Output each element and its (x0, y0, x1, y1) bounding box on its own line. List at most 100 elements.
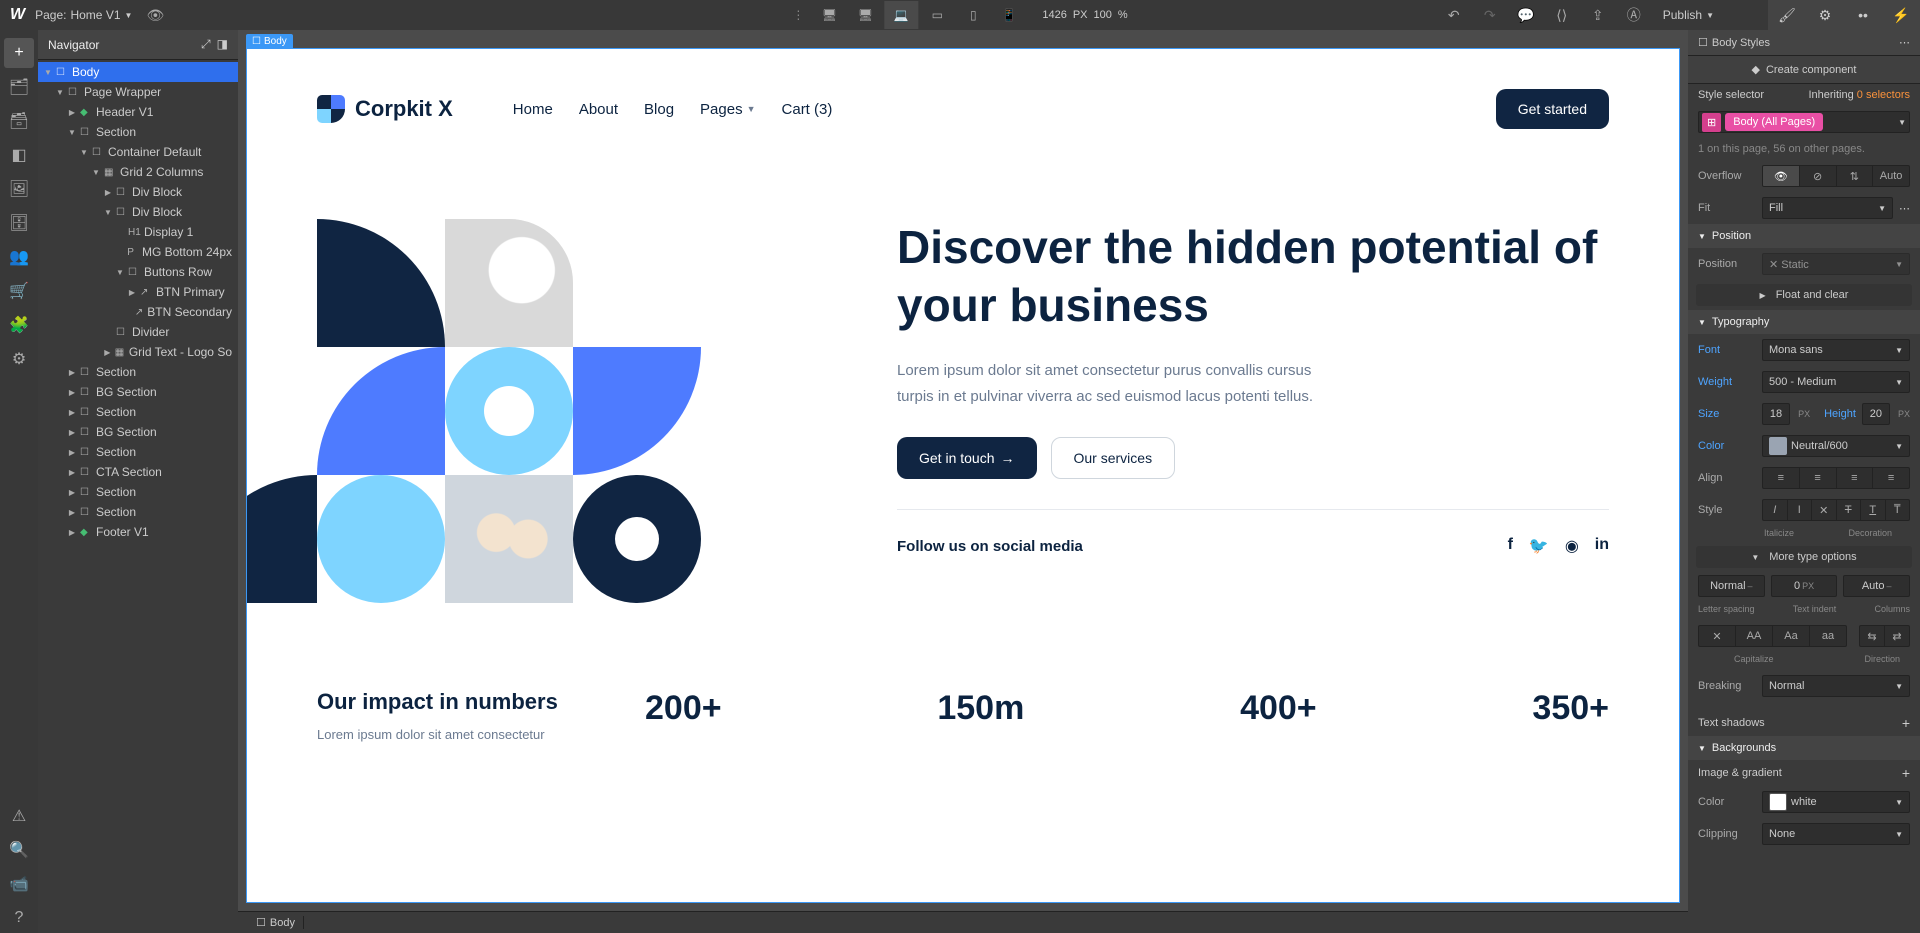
bolt-icon[interactable]: ⚡ (1882, 0, 1920, 30)
tree-item[interactable]: ▶◆Header V1 (38, 102, 238, 122)
add-element-button[interactable]: + (4, 38, 34, 68)
tree-item[interactable]: ↗BTN Secondary (38, 302, 238, 322)
hero-heading[interactable]: Discover the hidden potential of your bu… (897, 219, 1609, 334)
tree-item[interactable]: ▶☐Section (38, 362, 238, 382)
size-input[interactable]: 18 (1762, 403, 1790, 425)
breakpoint-xxl[interactable]: 🖥 (812, 1, 846, 29)
breakpoint-xl[interactable]: 🖥 (848, 1, 882, 29)
users-icon[interactable]: 👥 (4, 242, 34, 272)
gear-icon[interactable]: ⚙ (1806, 0, 1844, 30)
help-icon[interactable]: ? (4, 903, 34, 933)
settings-icon[interactable]: ⚙ (4, 344, 34, 374)
get-in-touch-button[interactable]: Get in touch → (897, 437, 1037, 479)
more-icon[interactable]: ⋯ (1899, 36, 1910, 49)
breakpoint-tablet[interactable]: ▭ (920, 1, 954, 29)
tree-item[interactable]: ▶☐CTA Section (38, 462, 238, 482)
collapse-icon[interactable]: ⤢ (201, 37, 211, 52)
tree-item[interactable]: ▶☐Section (38, 482, 238, 502)
get-started-button[interactable]: Get started (1496, 89, 1609, 129)
columns-input[interactable]: Auto– (1843, 575, 1910, 597)
video-icon[interactable]: 📹 (4, 869, 34, 899)
page-selector[interactable]: Page: Home V1 ▼ (35, 8, 132, 22)
tree-item[interactable]: ▶☐Section (38, 502, 238, 522)
preview-eye-icon[interactable]: 👁 (142, 2, 168, 28)
search-icon[interactable]: 🔍 (4, 835, 34, 865)
tree-item[interactable]: ▶◆Footer V1 (38, 522, 238, 542)
stat-2[interactable]: 150m (937, 689, 1024, 727)
assets-icon[interactable]: 🖼 (4, 174, 34, 204)
selection-tag[interactable]: ☐ Body (246, 34, 293, 49)
menu-about[interactable]: About (579, 101, 618, 118)
breakpoint-mobile-l[interactable]: ▯ (956, 1, 990, 29)
inherit-count[interactable]: 0 selectors (1857, 89, 1910, 101)
hero-sub[interactable]: Lorem ipsum dolor sit amet consectetur p… (897, 358, 1337, 409)
breadcrumb-body[interactable]: ☐ Body (248, 916, 304, 929)
fit-select[interactable]: Fill▼ (1762, 197, 1893, 219)
add-shadow-button[interactable]: + (1902, 715, 1910, 731)
text-color-select[interactable]: Neutral/600▼ (1762, 435, 1910, 457)
weight-select[interactable]: 500 - Medium▼ (1762, 371, 1910, 393)
twitter-icon[interactable]: 🐦 (1529, 536, 1549, 556)
site-frame[interactable]: Corpkit X Home About Blog Pages▼ Cart (3… (246, 48, 1680, 903)
tree-item[interactable]: ▶☐BG Section (38, 382, 238, 402)
breakpoint-desktop[interactable]: 💻 (884, 1, 918, 29)
stat-4[interactable]: 350+ (1532, 689, 1609, 727)
tree-item[interactable]: ▶↗BTN Primary (38, 282, 238, 302)
more-type-expand[interactable]: ▼More type options (1696, 546, 1912, 568)
ecommerce-icon[interactable]: 🛒 (4, 276, 34, 306)
tree-item[interactable]: ▶☐Section (38, 442, 238, 462)
impact-title[interactable]: Our impact in numbers (317, 689, 597, 715)
components-icon[interactable]: ◧ (4, 140, 34, 170)
breaking-select[interactable]: Normal▼ (1762, 675, 1910, 697)
tree-item[interactable]: ▼☐Container Default (38, 142, 238, 162)
float-expand[interactable]: ▶Float and clear (1696, 284, 1912, 306)
droplet-icon[interactable]: •• (1844, 0, 1882, 30)
tree-item[interactable]: ▶☐Section (38, 402, 238, 422)
brush-icon[interactable]: 🖌 (1768, 0, 1806, 30)
overflow-toggle[interactable]: 👁⊘⇅Auto (1762, 165, 1910, 187)
tree-item[interactable]: ▼☐Div Block (38, 202, 238, 222)
typography-section[interactable]: ▼Typography (1688, 310, 1920, 334)
tree-item[interactable]: ▶☐BG Section (38, 422, 238, 442)
tree-item[interactable]: H1Display 1 (38, 222, 238, 242)
audit-icon[interactable]: ⚠ (4, 801, 34, 831)
menu-blog[interactable]: Blog (644, 101, 674, 118)
direction-toggle[interactable]: ⇆⇄ (1859, 625, 1910, 647)
tree-item[interactable]: ▼☐Buttons Row (38, 262, 238, 282)
audit-icon[interactable]: Ⓐ (1621, 2, 1647, 28)
stat-3[interactable]: 400+ (1240, 689, 1317, 727)
menu-home[interactable]: Home (513, 101, 553, 118)
font-select[interactable]: Mona sans▼ (1762, 339, 1910, 361)
impact-sub[interactable]: Lorem ipsum dolor sit amet consectetur (317, 727, 597, 742)
instagram-icon[interactable]: ◉ (1565, 536, 1579, 556)
facebook-icon[interactable]: f (1508, 536, 1513, 556)
menu-pages[interactable]: Pages▼ (700, 101, 755, 118)
navigator-icon[interactable]: 🗃 (4, 106, 34, 136)
breakpoint-mobile[interactable]: 📱 (992, 1, 1026, 29)
cms-icon[interactable]: 🗄 (4, 208, 34, 238)
create-component-button[interactable]: ◆ Create component (1688, 56, 1920, 84)
clipping-select[interactable]: None▼ (1762, 823, 1910, 845)
position-select[interactable]: ✕ Static▼ (1762, 253, 1910, 275)
tree-item[interactable]: ▼☐Section (38, 122, 238, 142)
add-bg-button[interactable]: + (1902, 765, 1910, 781)
export-icon[interactable]: ⇪ (1585, 2, 1611, 28)
selector-field[interactable]: ⊞Body (All Pages) ▼ (1698, 111, 1910, 133)
line-height-input[interactable]: 20 (1862, 403, 1890, 425)
pin-icon[interactable]: ◨ (217, 37, 228, 52)
text-style-toggle[interactable]: II✕TTT̅ (1762, 499, 1910, 521)
capitalize-toggle[interactable]: ✕AAAaaa (1698, 625, 1847, 647)
letter-spacing-input[interactable]: Normal– (1698, 575, 1765, 597)
follow-label[interactable]: Follow us on social media (897, 538, 1083, 555)
stat-1[interactable]: 200+ (645, 689, 722, 727)
canvas-stage[interactable]: ☐ Body Corpkit X Home About Blog (238, 30, 1688, 911)
tree-item[interactable]: ☐Divider (38, 322, 238, 342)
undo-icon[interactable]: ↶ (1441, 2, 1467, 28)
tree-item[interactable]: ▼▦Grid 2 Columns (38, 162, 238, 182)
text-indent-input[interactable]: 0PX (1771, 575, 1838, 597)
tree-item[interactable]: PMG Bottom 24px (38, 242, 238, 262)
tree-item[interactable]: ▼☐Body (38, 62, 238, 82)
publish-button[interactable]: Publish▼ (1657, 8, 1720, 22)
webflow-logo-icon[interactable]: W (10, 6, 25, 24)
our-services-button[interactable]: Our services (1051, 437, 1176, 479)
